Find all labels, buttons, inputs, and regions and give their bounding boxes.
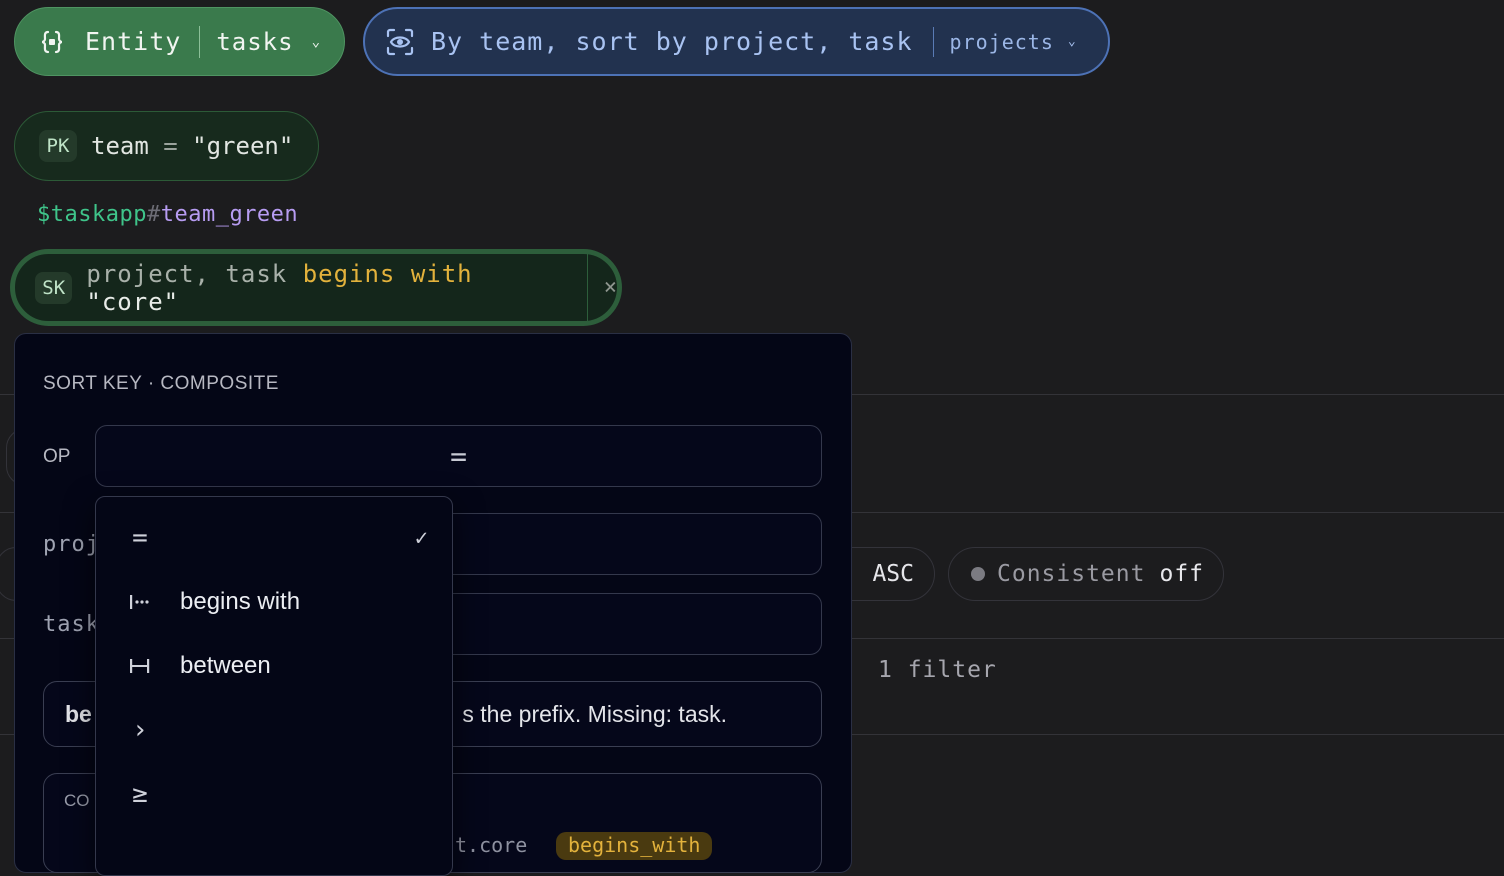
check-icon: ✓ (414, 525, 428, 551)
pk-badge: PK (39, 130, 77, 162)
sk-badge: SK (35, 271, 73, 304)
divider (586, 252, 588, 323)
op-option-greater-than[interactable]: › (96, 700, 452, 760)
consistent-read-toggle[interactable]: Consistent off (948, 547, 1224, 601)
divider (932, 26, 934, 57)
pk-expression: team = "green" (91, 132, 293, 160)
pk-attr: team (91, 132, 149, 160)
option-label: between (180, 652, 271, 679)
popover-title: SORT KEY · COMPOSITE (43, 373, 279, 394)
pk-value: "green" (192, 132, 294, 160)
filter-count[interactable]: 1 filter (878, 657, 997, 683)
hint-bold: be (65, 700, 92, 727)
field-label-project: proj (43, 532, 100, 557)
op-option-greater-equal[interactable]: ≥ (96, 764, 452, 824)
entity-value: tasks (216, 27, 294, 56)
chevron-down-icon: ⌄ (311, 33, 320, 50)
index-label: By team, sort by project, task (431, 27, 913, 56)
compiled-label: CO (64, 791, 90, 810)
partition-key-condition[interactable]: PK team = "green" (14, 111, 319, 181)
index-selector[interactable]: By team, sort by project, task projects … (363, 7, 1110, 76)
entity-selector[interactable]: Entity tasks ⌄ (14, 7, 345, 76)
entity-label: Entity (85, 27, 182, 56)
op-label: OP (43, 446, 71, 467)
braces-icon (41, 30, 63, 53)
begins-with-icon (126, 592, 154, 612)
compiled-fragment: t.core (455, 833, 528, 857)
equals-icon: = (132, 523, 148, 553)
chevron-down-icon: ⌄ (1067, 34, 1076, 49)
key-suffix: team_green (160, 202, 299, 227)
compiled-op-tag: begins_with (556, 832, 713, 860)
op-option-equals[interactable]: = ✓ (96, 508, 452, 568)
option-label: begins with (180, 588, 301, 615)
status-dot-icon (971, 567, 985, 581)
hint-text: s the prefix. Missing: task. (462, 700, 727, 727)
consistent-value: off (1159, 561, 1205, 587)
field-label-task: task (43, 612, 100, 637)
sk-value: "core" (86, 287, 180, 316)
greater-equal-icon: ≥ (132, 779, 148, 809)
close-icon[interactable]: × (604, 275, 617, 300)
sort-order-value: ASC (872, 561, 914, 587)
between-icon (126, 656, 154, 676)
op-option-between[interactable]: between (96, 636, 452, 696)
scan-eye-icon (386, 28, 414, 55)
divider (199, 25, 201, 58)
consistent-label: Consistent (997, 561, 1146, 587)
pk-eq: = (163, 132, 178, 160)
greater-than-icon: › (132, 715, 148, 745)
partition-key-preview: $taskapp#team_green (37, 202, 298, 227)
index-value: projects (949, 29, 1054, 54)
sort-key-condition[interactable]: SK project, task begins with "core" × (10, 249, 622, 326)
key-prefix: $taskapp (37, 202, 147, 227)
key-hash: # (146, 202, 161, 227)
op-select[interactable]: = (95, 425, 822, 487)
sk-attrs: project, task (86, 259, 288, 288)
op-select-value: = (450, 439, 467, 473)
sk-expression: project, task begins with "core" (86, 260, 572, 316)
op-option-begins-with[interactable]: begins with (96, 572, 452, 632)
sk-op: begins with (302, 259, 473, 288)
